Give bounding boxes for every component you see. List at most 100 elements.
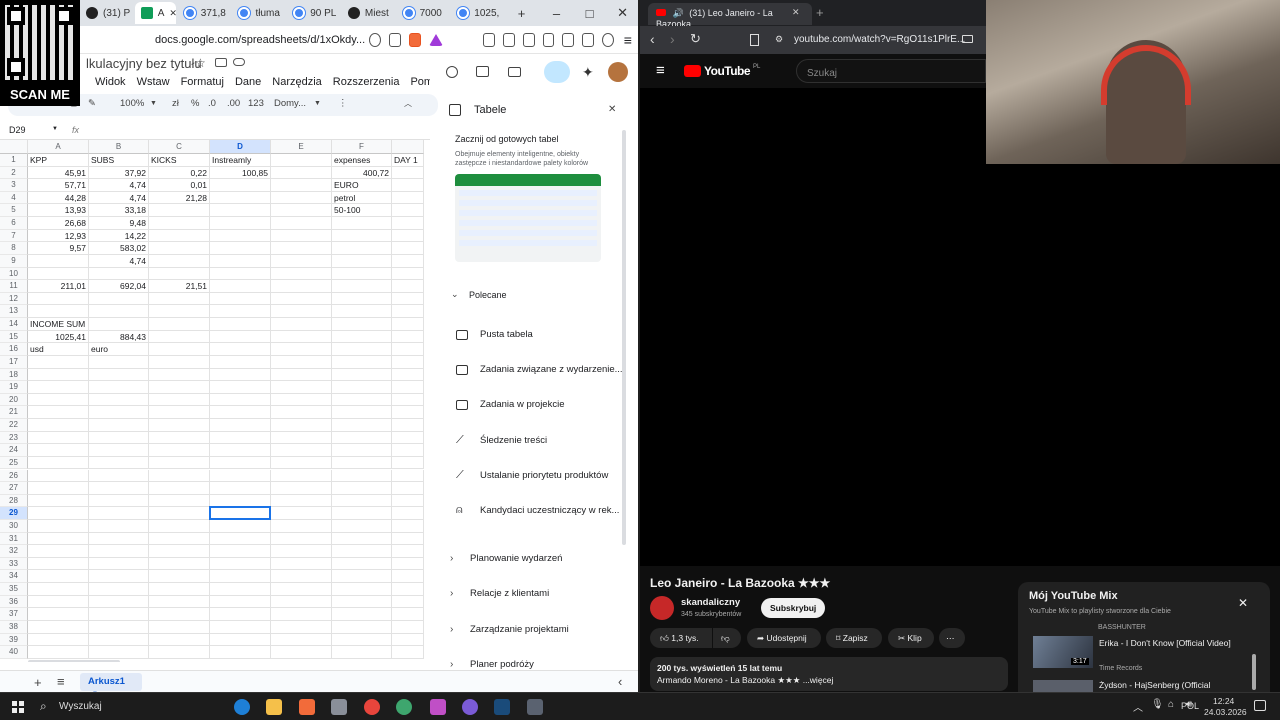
grid-cell[interactable] (210, 557, 271, 571)
grid-cell[interactable]: 33,18 (89, 204, 149, 218)
row-header[interactable]: 20 (0, 393, 28, 407)
grid-cell[interactable] (271, 557, 332, 571)
row-header[interactable]: 10 (0, 267, 28, 281)
move-folder-icon[interactable] (215, 58, 227, 67)
grid-cell[interactable] (210, 330, 271, 344)
avatar[interactable] (608, 62, 628, 82)
grid-cell[interactable] (149, 595, 210, 609)
grid-cell[interactable] (271, 368, 332, 382)
windows-start-icon[interactable] (12, 701, 24, 713)
url-field[interactable]: youtube.com/watch?v=RgO11s1PlrE... (794, 34, 965, 45)
row-header[interactable]: 16 (0, 343, 28, 356)
grid-cell[interactable] (89, 608, 149, 621)
grid-cell[interactable] (271, 280, 332, 293)
grid-cell[interactable] (28, 444, 89, 457)
grid-cell[interactable] (332, 482, 392, 495)
grid-cell[interactable] (28, 646, 89, 659)
grid-cell[interactable] (28, 494, 89, 508)
paint-format-icon[interactable]: ✎ (88, 98, 96, 109)
more-toolbar-button[interactable]: ⋮ (338, 98, 348, 109)
save-button[interactable]: ⌑ Zapisz (826, 628, 882, 648)
grid-cell[interactable] (392, 419, 424, 432)
row-header[interactable]: 12 (0, 292, 28, 306)
grid-cell[interactable] (89, 570, 149, 584)
grid-cell[interactable] (210, 646, 271, 659)
spreadsheet-grid[interactable]: A B C D E F 1 KPP SUBS KICKS Instreamly expenses DAY… (0, 140, 424, 662)
grid-cell[interactable] (210, 217, 271, 230)
panel-item-project-tasks[interactable]: Zadania w projekcie (456, 399, 565, 410)
grid-cell[interactable] (149, 292, 210, 306)
grid-cell[interactable]: petrol (332, 191, 392, 205)
grid-cell[interactable] (89, 519, 149, 533)
row-header[interactable]: 30 (0, 519, 28, 533)
grid-cell[interactable] (149, 318, 210, 331)
edge-icon[interactable] (234, 699, 250, 715)
extensions-icon[interactable] (483, 32, 495, 47)
search-input[interactable]: Szukaj (796, 59, 986, 83)
grid-cell[interactable] (89, 305, 149, 319)
audio-icon[interactable]: 🔊 (673, 8, 684, 18)
clock-time[interactable]: 12:24 (1213, 696, 1234, 706)
grid-cell[interactable] (271, 456, 332, 470)
grid-cell[interactable] (89, 393, 149, 407)
grid-cell[interactable] (210, 318, 271, 331)
row-header[interactable]: 4 (0, 191, 28, 205)
grid-cell[interactable] (210, 519, 271, 533)
menu-formatuj[interactable]: Formatuj (181, 76, 224, 88)
grid-cell[interactable] (210, 444, 271, 457)
site-info-icon[interactable]: ⚙ (775, 34, 783, 45)
grid-cell[interactable] (210, 431, 271, 445)
grid-cell[interactable] (89, 545, 149, 558)
grid-cell[interactable]: 9,57 (28, 242, 89, 255)
row-header[interactable]: 1 (0, 154, 28, 167)
row-header[interactable]: 5 (0, 204, 28, 218)
grid-cell[interactable] (149, 254, 210, 268)
grid-cell[interactable] (392, 608, 424, 621)
grid-cell[interactable] (89, 406, 149, 419)
close-icon[interactable]: ✕ (608, 104, 616, 115)
grid-cell[interactable] (149, 507, 210, 520)
grid-cell[interactable] (89, 557, 149, 571)
grid-cell[interactable] (392, 179, 424, 192)
new-tab-button[interactable]: + (506, 6, 537, 21)
grid-cell[interactable] (271, 191, 332, 205)
menu-widok[interactable]: Widok (95, 76, 126, 88)
row-header[interactable]: 21 (0, 406, 28, 419)
grid-cell[interactable] (392, 292, 424, 306)
grid-cell[interactable] (271, 633, 332, 647)
row-header[interactable]: 24 (0, 444, 28, 457)
font-select[interactable]: Domy... (274, 98, 306, 109)
grid-cell[interactable] (332, 406, 392, 419)
grid-cell[interactable] (28, 469, 89, 483)
mix-scrollbar[interactable] (1252, 654, 1256, 690)
decrease-decimal-button[interactable]: .0 (208, 98, 216, 109)
video-description[interactable]: 200 tys. wyświetleń 15 lat temu Armando … (650, 657, 1008, 691)
browser-tab[interactable]: 1025, (451, 2, 504, 24)
grid-cell[interactable] (271, 469, 332, 483)
search-icon[interactable] (369, 32, 381, 47)
grid-cell[interactable] (210, 419, 271, 432)
maximize-button[interactable]: □ (574, 6, 605, 21)
doc-title[interactable]: lkulacyjny bez tytułu (86, 56, 202, 71)
grid-cell[interactable]: 21,51 (149, 280, 210, 293)
grid-cell[interactable] (332, 507, 392, 520)
grid-cell[interactable] (89, 355, 149, 369)
collapse-menus-icon[interactable]: ︿ (404, 98, 412, 109)
grid-cell[interactable] (149, 229, 210, 243)
grid-cell[interactable] (332, 280, 392, 293)
grid-cell[interactable] (271, 154, 332, 167)
grid-cell[interactable] (149, 381, 210, 394)
grid-cell[interactable] (392, 318, 424, 331)
row-header[interactable]: 33 (0, 557, 28, 571)
column-header[interactable]: C (149, 140, 210, 154)
grid-cell[interactable]: 14,22 (89, 229, 149, 243)
grid-cell[interactable]: KPP (28, 154, 89, 167)
grid-cell[interactable] (392, 191, 424, 205)
sheet-tab[interactable]: Arkusz1 ▼ (80, 673, 142, 697)
grid-cell[interactable] (89, 532, 149, 546)
panel-item-blank-table[interactable]: Pusta tabela (456, 329, 533, 340)
grid-corner[interactable] (0, 140, 28, 154)
grid-cell[interactable] (149, 532, 210, 546)
grid-cell[interactable] (89, 633, 149, 647)
grid-cell[interactable] (332, 633, 392, 647)
